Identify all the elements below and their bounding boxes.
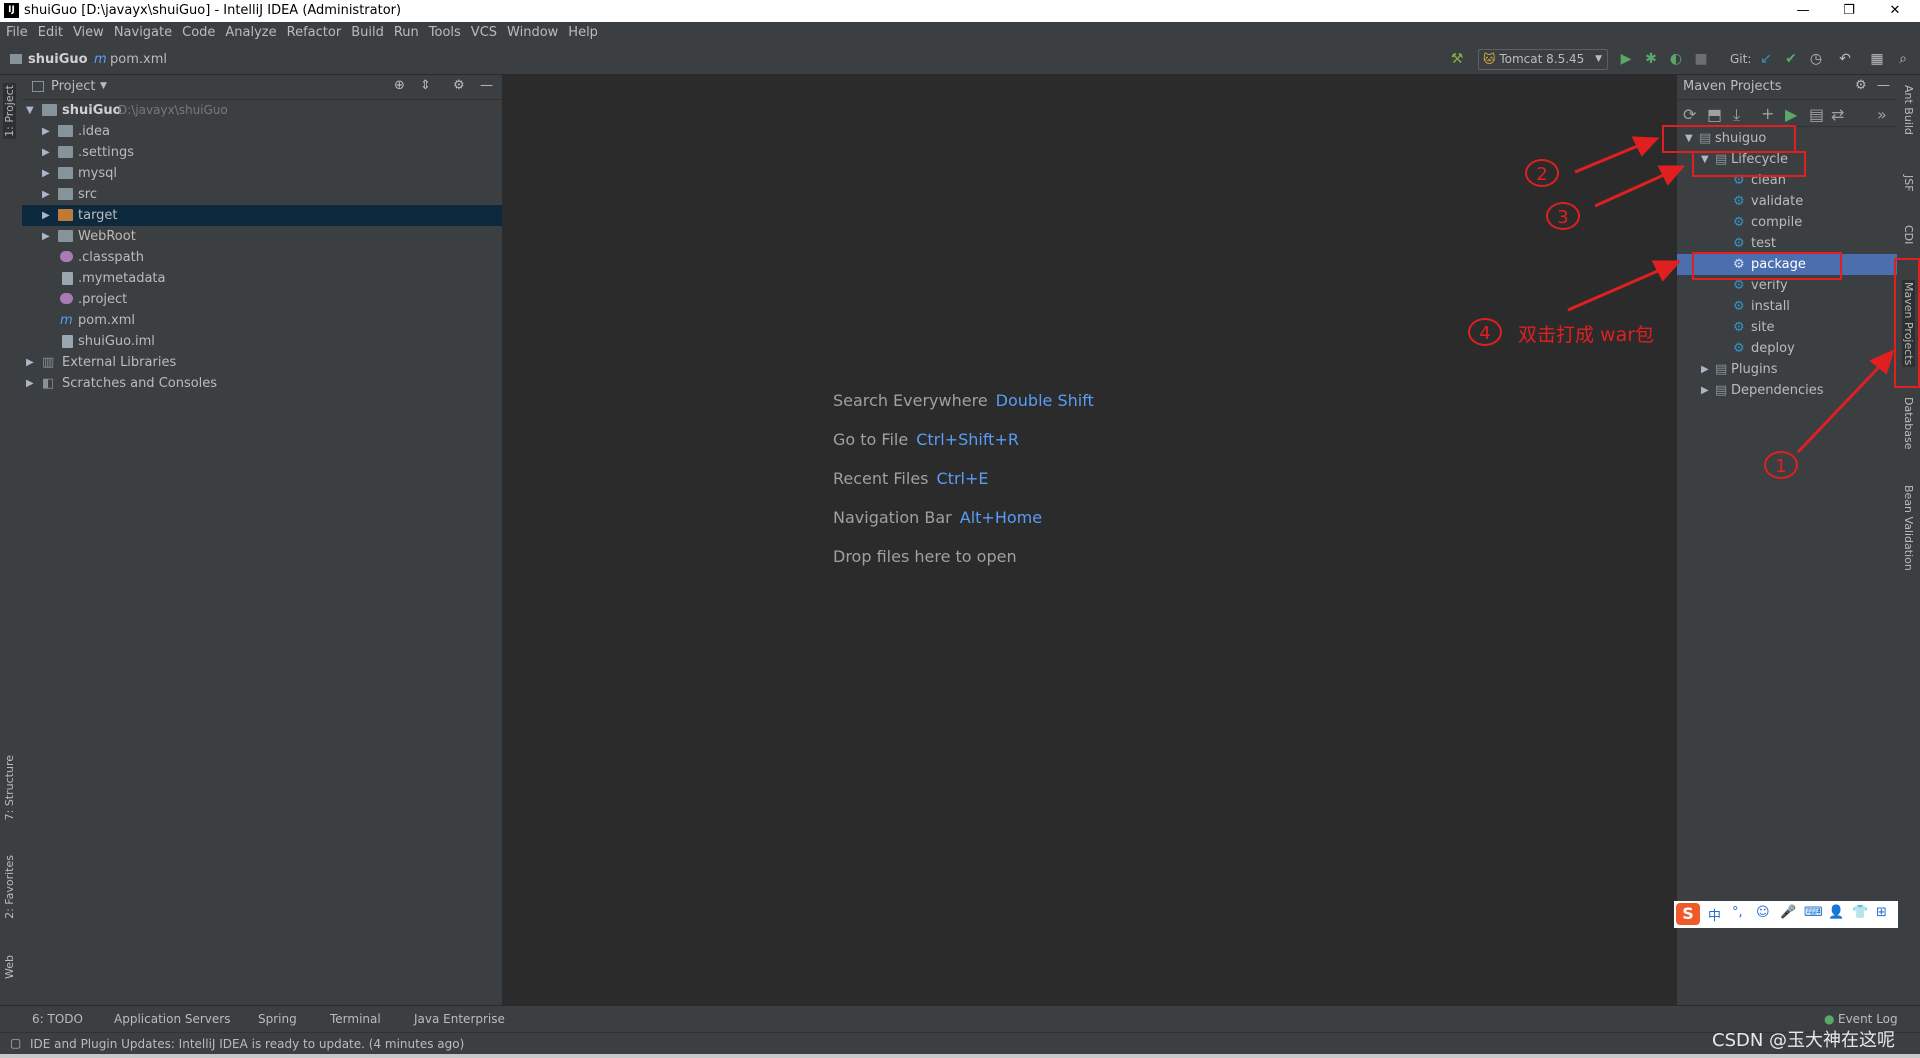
arrow-1-line (1796, 364, 1882, 454)
ime-voice[interactable]: 🎤 (1780, 905, 1796, 920)
ime-punctuation[interactable]: °, (1732, 905, 1743, 920)
csdn-watermark: CSDN @玉大神在这呢 (1712, 1030, 1896, 1051)
arrow-4-head (1651, 260, 1682, 282)
annotation-circle-3: 3 (1546, 202, 1580, 230)
annotation-circle-2: 2 (1525, 159, 1559, 187)
ime-toolbar: S 中 °, ☺ 🎤 ⌨ 👤 👕 ⊞ (1674, 901, 1898, 928)
ime-keyboard[interactable]: ⌨ (1804, 905, 1823, 920)
arrow-2-line (1574, 143, 1641, 174)
arrow-3-head (1657, 165, 1686, 186)
annotation-text-4: 双击打成 war包 (1518, 324, 1655, 346)
ime-user[interactable]: 👤 (1828, 905, 1844, 920)
ime-emoji[interactable]: ☺ (1756, 905, 1770, 920)
sogou-logo-icon[interactable]: S (1676, 903, 1700, 925)
annotation-circle-4: 4 (1468, 318, 1502, 346)
annotation-circle-1: 1 (1764, 451, 1798, 479)
arrow-4-line (1567, 268, 1661, 312)
ime-skin[interactable]: 👕 (1852, 905, 1868, 920)
arrow-1-head (1869, 349, 1895, 375)
ime-toolbox[interactable]: ⊞ (1876, 905, 1887, 920)
ime-chinese-mode[interactable]: 中 (1708, 905, 1721, 924)
arrow-2-head (1631, 136, 1660, 157)
arrow-3-line (1594, 172, 1667, 208)
annotation-arrows (1567, 136, 1895, 454)
